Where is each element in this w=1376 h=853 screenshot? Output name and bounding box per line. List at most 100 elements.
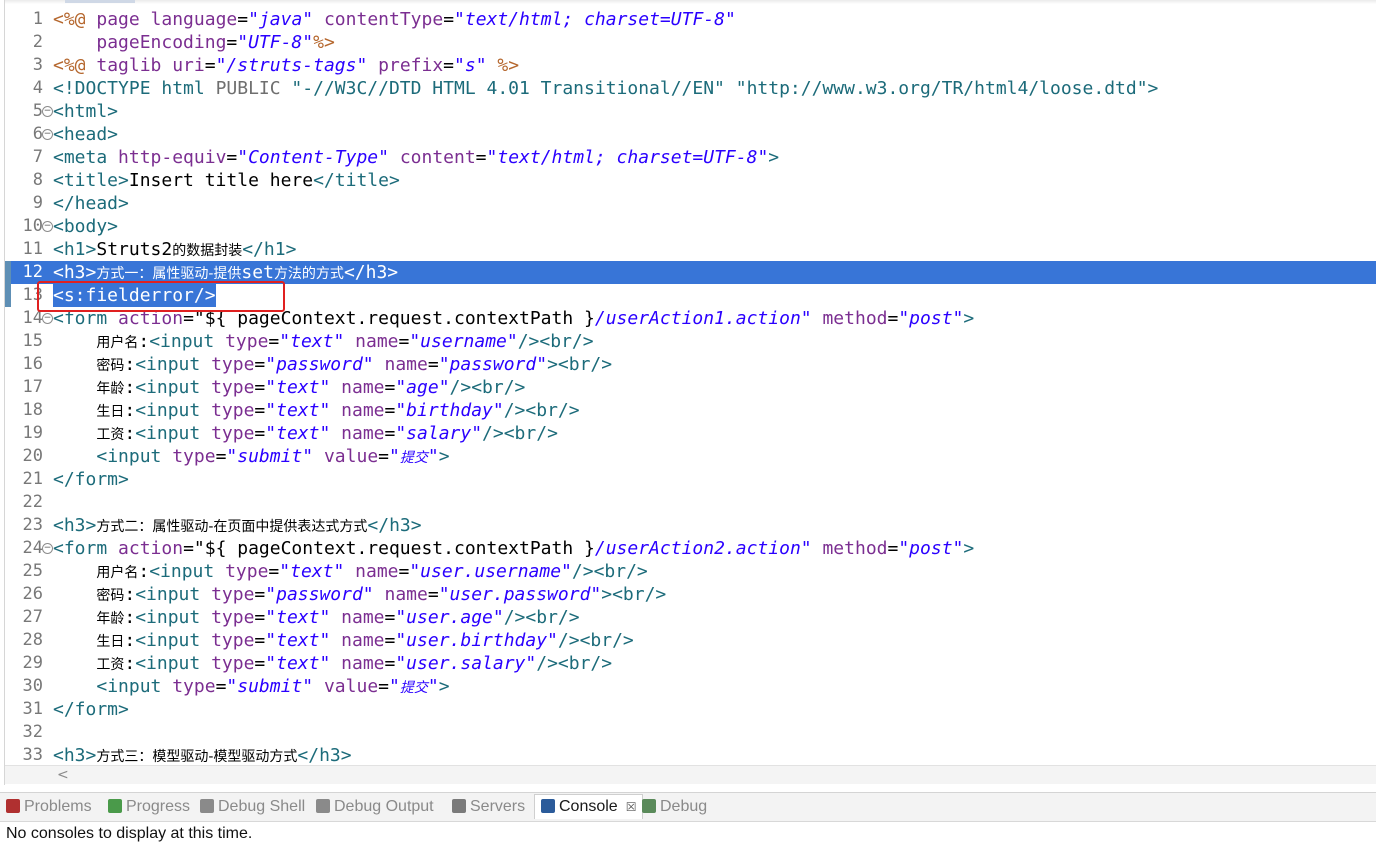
- fold-toggle-icon[interactable]: −: [42, 543, 53, 554]
- tab-label: Servers: [470, 798, 526, 815]
- fold-toggle-icon[interactable]: −: [42, 313, 53, 324]
- code-text: 年龄:<input type="text" name="age"/><br/>: [53, 376, 525, 401]
- code-line[interactable]: 3 <%@ taglib uri="/struts-tags" prefix="s…: [5, 54, 1376, 77]
- line-number: 15: [22, 331, 43, 351]
- code-line[interactable]: 22: [5, 491, 1376, 514]
- code-token: </h3>: [297, 745, 352, 766]
- code-token: /><br/>: [449, 377, 526, 398]
- line-number: 5: [32, 101, 43, 121]
- code-line[interactable]: 9 </head>: [5, 192, 1376, 215]
- code-line[interactable]: 13 <s:fielderror/>: [5, 284, 1376, 307]
- code-token: taglib: [96, 55, 173, 76]
- code-token: =: [254, 423, 266, 444]
- code-line[interactable]: 29 工资:<input type="text" name="user.sala…: [5, 652, 1376, 675]
- code-token: <%@: [53, 55, 97, 76]
- code-token: name: [341, 607, 385, 628]
- debug-output-icon: [316, 799, 330, 813]
- code-token: 工资: [96, 657, 125, 673]
- tab-debug[interactable]: Debug: [642, 795, 707, 819]
- code-line[interactable]: 11 <h1>Struts2的数据封装</h1>: [5, 238, 1376, 261]
- code-line[interactable]: 26 密码:<input type="password" name="user.…: [5, 583, 1376, 606]
- tab-servers[interactable]: Servers: [452, 795, 525, 819]
- tab-debug-shell[interactable]: Debug Shell: [200, 795, 305, 819]
- code-line[interactable]: 7 <meta http-equiv="Content-Type" content…: [5, 146, 1376, 169]
- code-area[interactable]: 1 <%@ page language="java" contentType="t…: [5, 8, 1376, 767]
- code-line[interactable]: 1 <%@ page language="java" contentType="t…: [5, 8, 1376, 31]
- code-line[interactable]: 19 工资:<input type="text" name="salary"/>…: [5, 422, 1376, 445]
- fold-toggle-icon[interactable]: −: [42, 221, 53, 232]
- line-number: 31: [22, 699, 43, 719]
- code-token: "text": [265, 607, 331, 628]
- line-number: 4: [32, 78, 43, 98]
- fold-toggle-icon[interactable]: −: [42, 106, 53, 117]
- code-token: type: [172, 446, 216, 467]
- line-number: 24: [22, 538, 43, 558]
- code-line[interactable]: 2 pageEncoding="UTF-8"%>: [5, 31, 1376, 54]
- tab-problems[interactable]: Problems: [6, 795, 92, 819]
- code-line[interactable]: 10− <body>: [5, 215, 1376, 238]
- scroll-left-icon[interactable]: <: [57, 766, 69, 784]
- code-line[interactable]: 4 <!DOCTYPE html PUBLIC "-//W3C//DTD HTML…: [5, 77, 1376, 100]
- code-token: :: [138, 561, 150, 582]
- code-line[interactable]: 23 <h3>方式二：属性驱动-在页面中提供表达式方式</h3>: [5, 514, 1376, 537]
- code-token: =: [254, 400, 266, 421]
- code-token: contentType: [323, 9, 444, 30]
- code-token: type: [211, 653, 255, 674]
- servers-icon: [452, 799, 466, 813]
- line-number: 18: [22, 400, 43, 420]
- code-token: ": [427, 676, 439, 697]
- code-line[interactable]: 20 <input type="submit" value="提交">: [5, 445, 1376, 468]
- close-icon[interactable]: ☒: [626, 800, 637, 814]
- code-line[interactable]: 33 <h3>方式三：模型驱动-模型驱动方式</h3>: [5, 744, 1376, 767]
- code-token: ><br/>: [547, 354, 613, 375]
- code-token: prefix: [378, 55, 444, 76]
- code-line[interactable]: 8 <title>Insert title here</title>: [5, 169, 1376, 192]
- line-number: 27: [22, 607, 43, 627]
- code-token: :: [124, 354, 136, 375]
- code-line[interactable]: 15 用户名:<input type="text" name="username…: [5, 330, 1376, 353]
- code-line[interactable]: 12 <h3>方式一：属性驱动-提供set方法的方式</h3>: [5, 261, 1376, 284]
- code-line[interactable]: 32: [5, 721, 1376, 744]
- code-token: =: [215, 446, 227, 467]
- code-text: 生日:<input type="text" name="user.birthda…: [53, 629, 633, 654]
- code-token: 用户名: [96, 565, 139, 581]
- code-line[interactable]: 24− <form action="${ pageContext.request.…: [5, 537, 1376, 560]
- code-token: %>: [313, 32, 335, 53]
- code-token: ="${ pageContext.request.contextPath }: [183, 308, 595, 329]
- code-token: /><br/>: [571, 561, 648, 582]
- tab-debug-output[interactable]: Debug Output: [316, 795, 434, 819]
- code-line[interactable]: 25 用户名:<input type="text" name="user.use…: [5, 560, 1376, 583]
- code-token: content: [399, 147, 476, 168]
- code-line[interactable]: 18 生日:<input type="text" name="birthday"…: [5, 399, 1376, 422]
- horizontal-scrollbar[interactable]: <: [5, 765, 1376, 784]
- code-line[interactable]: 27 年龄:<input type="text" name="user.age"…: [5, 606, 1376, 629]
- code-line[interactable]: 28 生日:<input type="text" name="user.birt…: [5, 629, 1376, 652]
- code-line[interactable]: 31 </form>: [5, 698, 1376, 721]
- code-line[interactable]: 30 <input type="submit" value="提交">: [5, 675, 1376, 698]
- code-token: <!DOCTYPE: [53, 78, 162, 99]
- code-token: "post": [898, 538, 964, 559]
- tab-progress[interactable]: Progress: [108, 795, 190, 819]
- code-token: </form>: [53, 469, 129, 490]
- fold-toggle-icon[interactable]: −: [42, 129, 53, 140]
- code-line[interactable]: 17 年龄:<input type="text" name="age"/><br…: [5, 376, 1376, 399]
- tab-console[interactable]: Console ☒: [534, 794, 644, 819]
- code-token: "text": [265, 377, 331, 398]
- code-line[interactable]: 14− <form action="${ pageContext.request.…: [5, 307, 1376, 330]
- code-line[interactable]: 16 密码:<input type="password" name="passw…: [5, 353, 1376, 376]
- code-token: <form: [53, 538, 119, 559]
- code-token: Struts2: [96, 239, 173, 260]
- code-token: =: [254, 653, 266, 674]
- code-line[interactable]: 6− <head>: [5, 123, 1376, 146]
- code-token: <html>: [53, 101, 119, 122]
- code-line[interactable]: 21 </form>: [5, 468, 1376, 491]
- code-token: =: [226, 147, 238, 168]
- code-line[interactable]: 5− <html>: [5, 100, 1376, 123]
- code-editor[interactable]: 1 <%@ page language="java" contentType="t…: [4, 0, 1376, 785]
- code-text: 密码:<input type="password" name="user.pas…: [53, 583, 666, 608]
